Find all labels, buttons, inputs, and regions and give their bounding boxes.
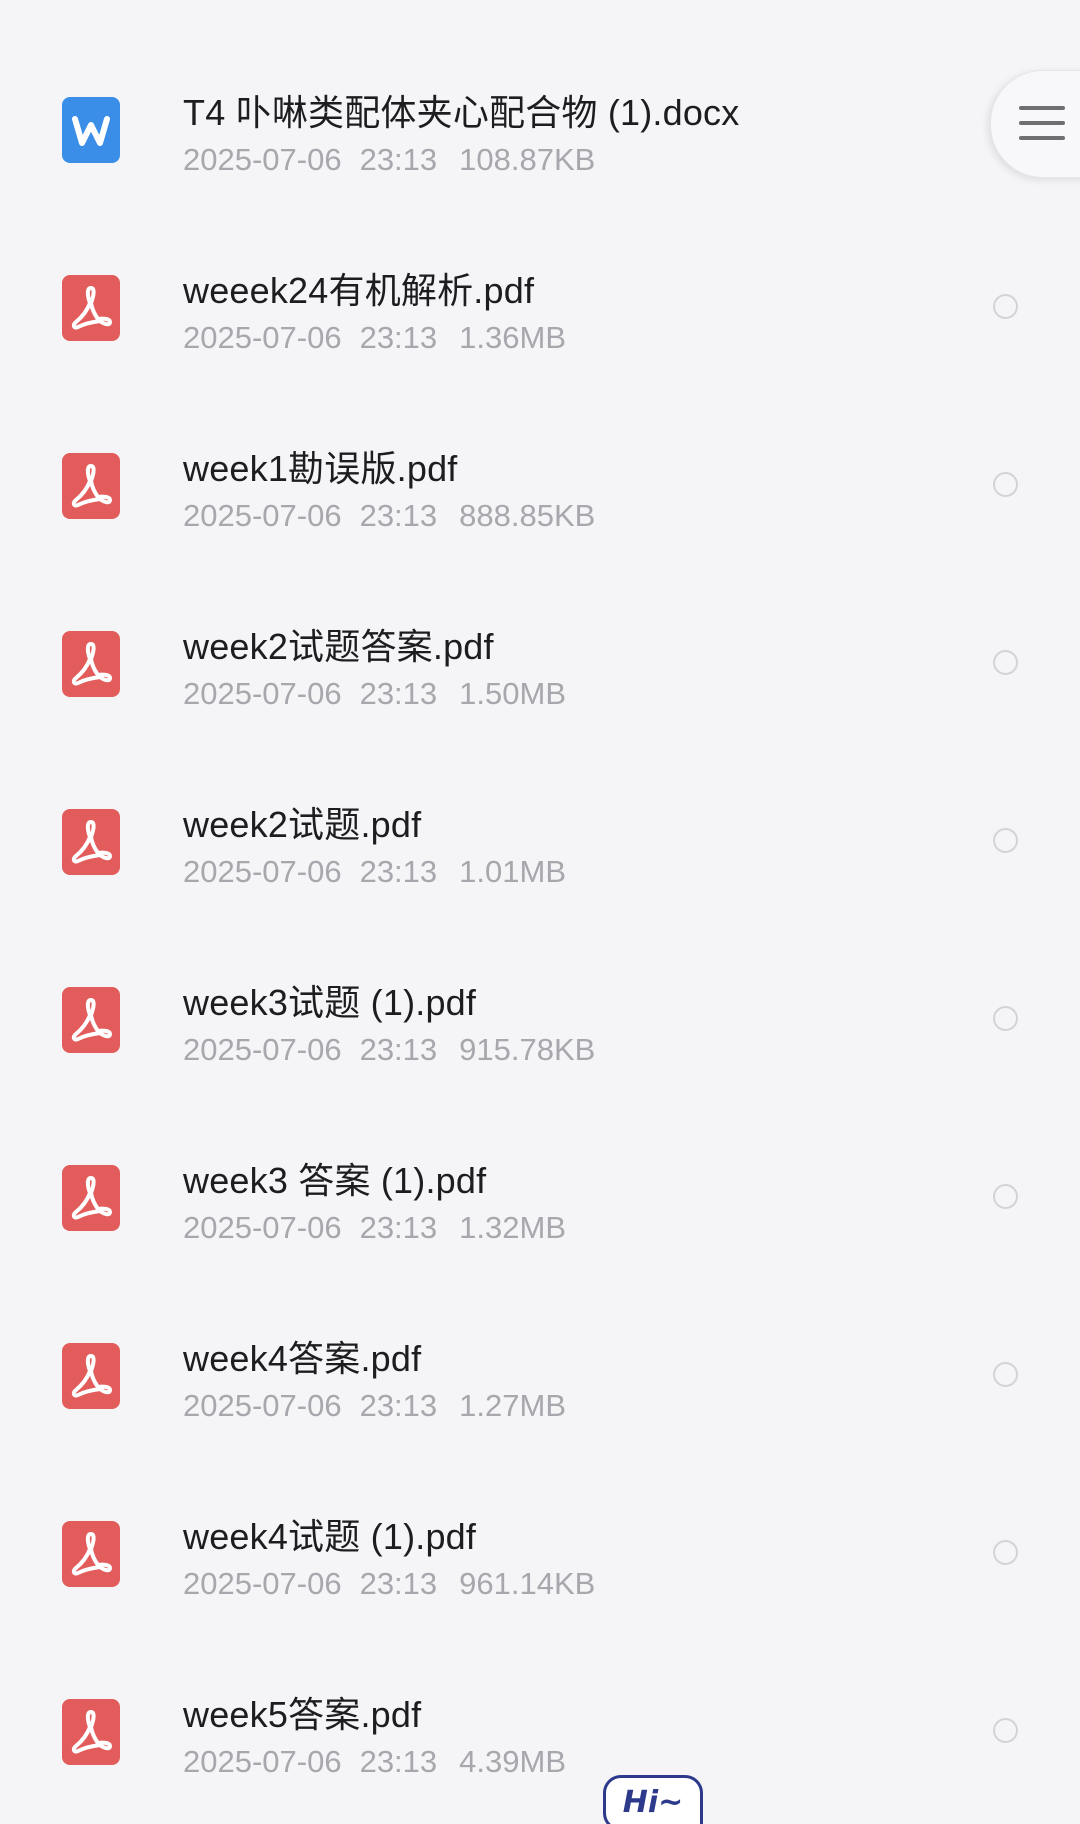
file-size: 1.01MB (459, 854, 566, 889)
file-meta: 2025-07-06 23:13 1.32MB (183, 1210, 566, 1246)
file-date: 2025-07-06 (183, 1566, 342, 1601)
file-meta: 2025-07-06 23:13 915.78KB (183, 1032, 595, 1068)
select-radio[interactable] (993, 1006, 1018, 1031)
file-row[interactable]: weeek24有机解析.pdf 2025-07-06 23:13 1.36MB (0, 218, 1080, 396)
file-name: week3 答案 (1).pdf (183, 1160, 487, 1201)
file-row[interactable]: week2试题答案.pdf 2025-07-06 23:13 1.50MB (0, 574, 1080, 752)
file-meta: 2025-07-06 23:13 4.39MB (183, 1744, 566, 1780)
file-name: week2试题.pdf (183, 804, 422, 845)
file-row[interactable]: week1勘误版.pdf 2025-07-06 23:13 888.85KB (0, 396, 1080, 574)
file-name: week4答案.pdf (183, 1338, 422, 1379)
file-name: week3试题 (1).pdf (183, 982, 477, 1023)
file-row[interactable]: week3 答案 (1).pdf 2025-07-06 23:13 1.32MB (0, 1108, 1080, 1286)
file-meta: 2025-07-06 23:13 888.85KB (183, 498, 595, 534)
file-time: 23:13 (359, 1210, 438, 1245)
file-name: week2试题答案.pdf (183, 626, 494, 667)
file-size: 1.36MB (459, 320, 566, 355)
file-time: 23:13 (359, 498, 438, 533)
file-time: 23:13 (359, 1744, 438, 1779)
file-size: 1.50MB (459, 676, 566, 711)
file-time: 23:13 (359, 142, 438, 177)
pdf-document-icon (62, 1521, 120, 1587)
select-radio[interactable] (993, 1362, 1018, 1387)
file-date: 2025-07-06 (183, 320, 342, 355)
file-row[interactable]: week3试题 (1).pdf 2025-07-06 23:13 915.78KB (0, 930, 1080, 1108)
file-time: 23:13 (359, 320, 438, 355)
file-name: T4 卟啉类配体夹心配合物 (1).docx (183, 92, 740, 133)
file-meta: 2025-07-06 23:13 108.87KB (183, 142, 595, 178)
file-date: 2025-07-06 (183, 1388, 342, 1423)
pdf-document-icon (62, 1699, 120, 1765)
file-name: weeek24有机解析.pdf (183, 270, 535, 311)
pdf-document-icon (62, 631, 120, 697)
pdf-document-icon (62, 1343, 120, 1409)
pdf-document-icon (62, 1165, 120, 1231)
file-date: 2025-07-06 (183, 1210, 342, 1245)
file-date: 2025-07-06 (183, 1032, 342, 1067)
file-size: 1.32MB (459, 1210, 566, 1245)
assistant-badge[interactable]: Hi~ (603, 1775, 703, 1824)
pdf-document-icon (62, 809, 120, 875)
file-size: 888.85KB (459, 498, 596, 533)
pdf-document-icon (62, 453, 120, 519)
file-size: 4.39MB (459, 1744, 566, 1779)
pdf-document-icon (62, 987, 120, 1053)
file-list: T4 卟啉类配体夹心配合物 (1).docx 2025-07-06 23:13 10… (0, 0, 1080, 1824)
file-time: 23:13 (359, 676, 438, 711)
file-time: 23:13 (359, 854, 438, 889)
file-date: 2025-07-06 (183, 498, 342, 533)
word-document-icon (62, 97, 120, 163)
file-row[interactable]: T4 卟啉类配体夹心配合物 (1).docx 2025-07-06 23:13 10… (0, 40, 1080, 218)
file-date: 2025-07-06 (183, 676, 342, 711)
file-date: 2025-07-06 (183, 142, 342, 177)
select-radio[interactable] (993, 294, 1018, 319)
file-name: week4试题 (1).pdf (183, 1516, 477, 1557)
file-row[interactable]: week4答案.pdf 2025-07-06 23:13 1.27MB (0, 1286, 1080, 1464)
select-radio[interactable] (993, 472, 1018, 497)
file-time: 23:13 (359, 1388, 438, 1423)
file-meta: 2025-07-06 23:13 961.14KB (183, 1566, 595, 1602)
file-size: 1.27MB (459, 1388, 566, 1423)
select-radio[interactable] (993, 1540, 1018, 1565)
hamburger-menu-icon (1019, 106, 1065, 140)
select-radio[interactable] (993, 1718, 1018, 1743)
file-size: 961.14KB (459, 1566, 596, 1601)
file-row[interactable]: week2试题.pdf 2025-07-06 23:13 1.01MB (0, 752, 1080, 930)
file-name: week1勘误版.pdf (183, 448, 458, 489)
file-meta: 2025-07-06 23:13 1.36MB (183, 320, 566, 356)
file-meta: 2025-07-06 23:13 1.01MB (183, 854, 566, 890)
file-time: 23:13 (359, 1566, 438, 1601)
file-date: 2025-07-06 (183, 1744, 342, 1779)
file-name: week5答案.pdf (183, 1694, 422, 1735)
file-meta: 2025-07-06 23:13 1.50MB (183, 676, 566, 712)
select-radio[interactable] (993, 1184, 1018, 1209)
file-size: 915.78KB (459, 1032, 596, 1067)
file-time: 23:13 (359, 1032, 438, 1067)
file-row[interactable]: week4试题 (1).pdf 2025-07-06 23:13 961.14KB (0, 1464, 1080, 1642)
select-radio[interactable] (993, 828, 1018, 853)
file-list-screen: T4 卟啉类配体夹心配合物 (1).docx 2025-07-06 23:13 10… (0, 0, 1080, 1824)
select-radio[interactable] (993, 650, 1018, 675)
file-size: 108.87KB (459, 142, 596, 177)
file-meta: 2025-07-06 23:13 1.27MB (183, 1388, 566, 1424)
pdf-document-icon (62, 275, 120, 341)
file-date: 2025-07-06 (183, 854, 342, 889)
file-row[interactable]: week5答案.pdf 2025-07-06 23:13 4.39MB (0, 1642, 1080, 1820)
